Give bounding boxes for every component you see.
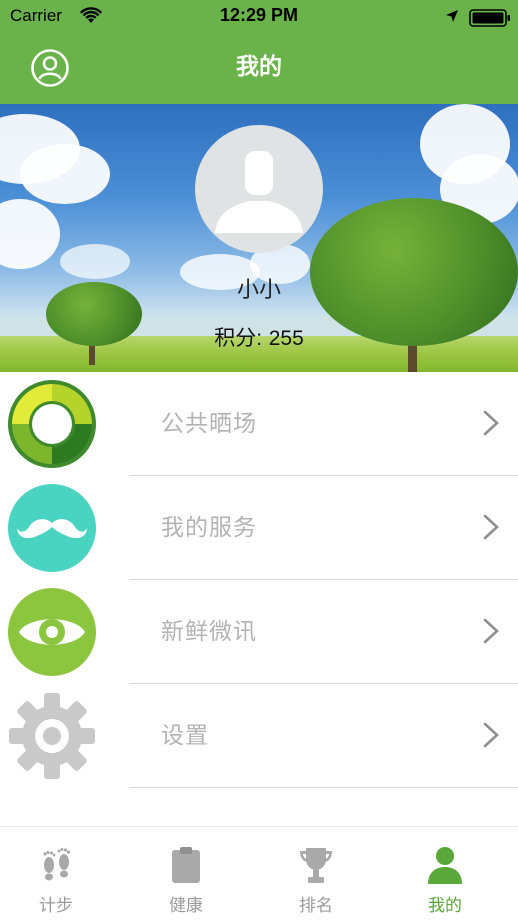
menu-item-my-services[interactable]: 我的服务	[0, 476, 518, 580]
page-title: 我的	[236, 54, 282, 80]
menu-label: 我的服务	[161, 515, 257, 541]
tab-steps[interactable]: 计步	[0, 827, 121, 920]
tab-mine[interactable]: 我的	[380, 827, 510, 920]
nav-bar: 我的	[0, 34, 518, 104]
eye-icon	[8, 588, 96, 676]
divider	[130, 787, 518, 788]
chevron-right-icon	[483, 722, 499, 748]
status-bar: Carrier 12:29 PM	[0, 0, 518, 34]
battery-icon	[469, 9, 510, 27]
chevron-right-icon	[483, 410, 499, 436]
tab-label: 我的	[428, 896, 462, 916]
mustache-icon	[8, 484, 96, 572]
chevron-right-icon	[483, 618, 499, 644]
profile-points: 积分: 255	[0, 322, 518, 352]
cloud-decoration	[20, 144, 110, 204]
tab-label: 排名	[299, 896, 333, 916]
points-label: 积分:	[214, 327, 263, 350]
menu-item-fresh-news[interactable]: 新鲜微讯	[0, 580, 518, 684]
profile-banner: 小小 积分: 255	[0, 104, 518, 372]
chevron-right-icon	[483, 514, 499, 540]
tab-ranking[interactable]: 排名	[251, 827, 381, 920]
status-time: 12:29 PM	[219, 5, 299, 25]
tab-label: 计步	[39, 896, 73, 916]
location-arrow-icon	[446, 10, 458, 22]
menu-item-public-square[interactable]: 公共晒场	[0, 372, 518, 476]
menu-label: 新鲜微讯	[161, 619, 257, 645]
refresh-circle-icon	[8, 380, 96, 468]
tab-bar: 计步 健康 排名 我的	[0, 826, 518, 920]
person-icon	[428, 847, 462, 884]
trophy-icon	[300, 848, 332, 883]
default-avatar-icon	[215, 151, 303, 233]
menu-label: 公共晒场	[161, 411, 257, 437]
avatar[interactable]	[195, 125, 323, 253]
tab-health[interactable]: 健康	[121, 827, 251, 920]
points-value: 255	[268, 327, 304, 350]
tab-label: 健康	[169, 896, 203, 916]
gear-icon	[9, 693, 95, 779]
menu-label: 设置	[161, 723, 209, 749]
cloud-decoration	[0, 199, 60, 269]
footprints-icon	[43, 848, 71, 881]
menu-item-settings[interactable]: 设置	[0, 684, 518, 788]
profile-name: 小小	[236, 278, 281, 303]
clipboard-icon	[172, 847, 200, 883]
